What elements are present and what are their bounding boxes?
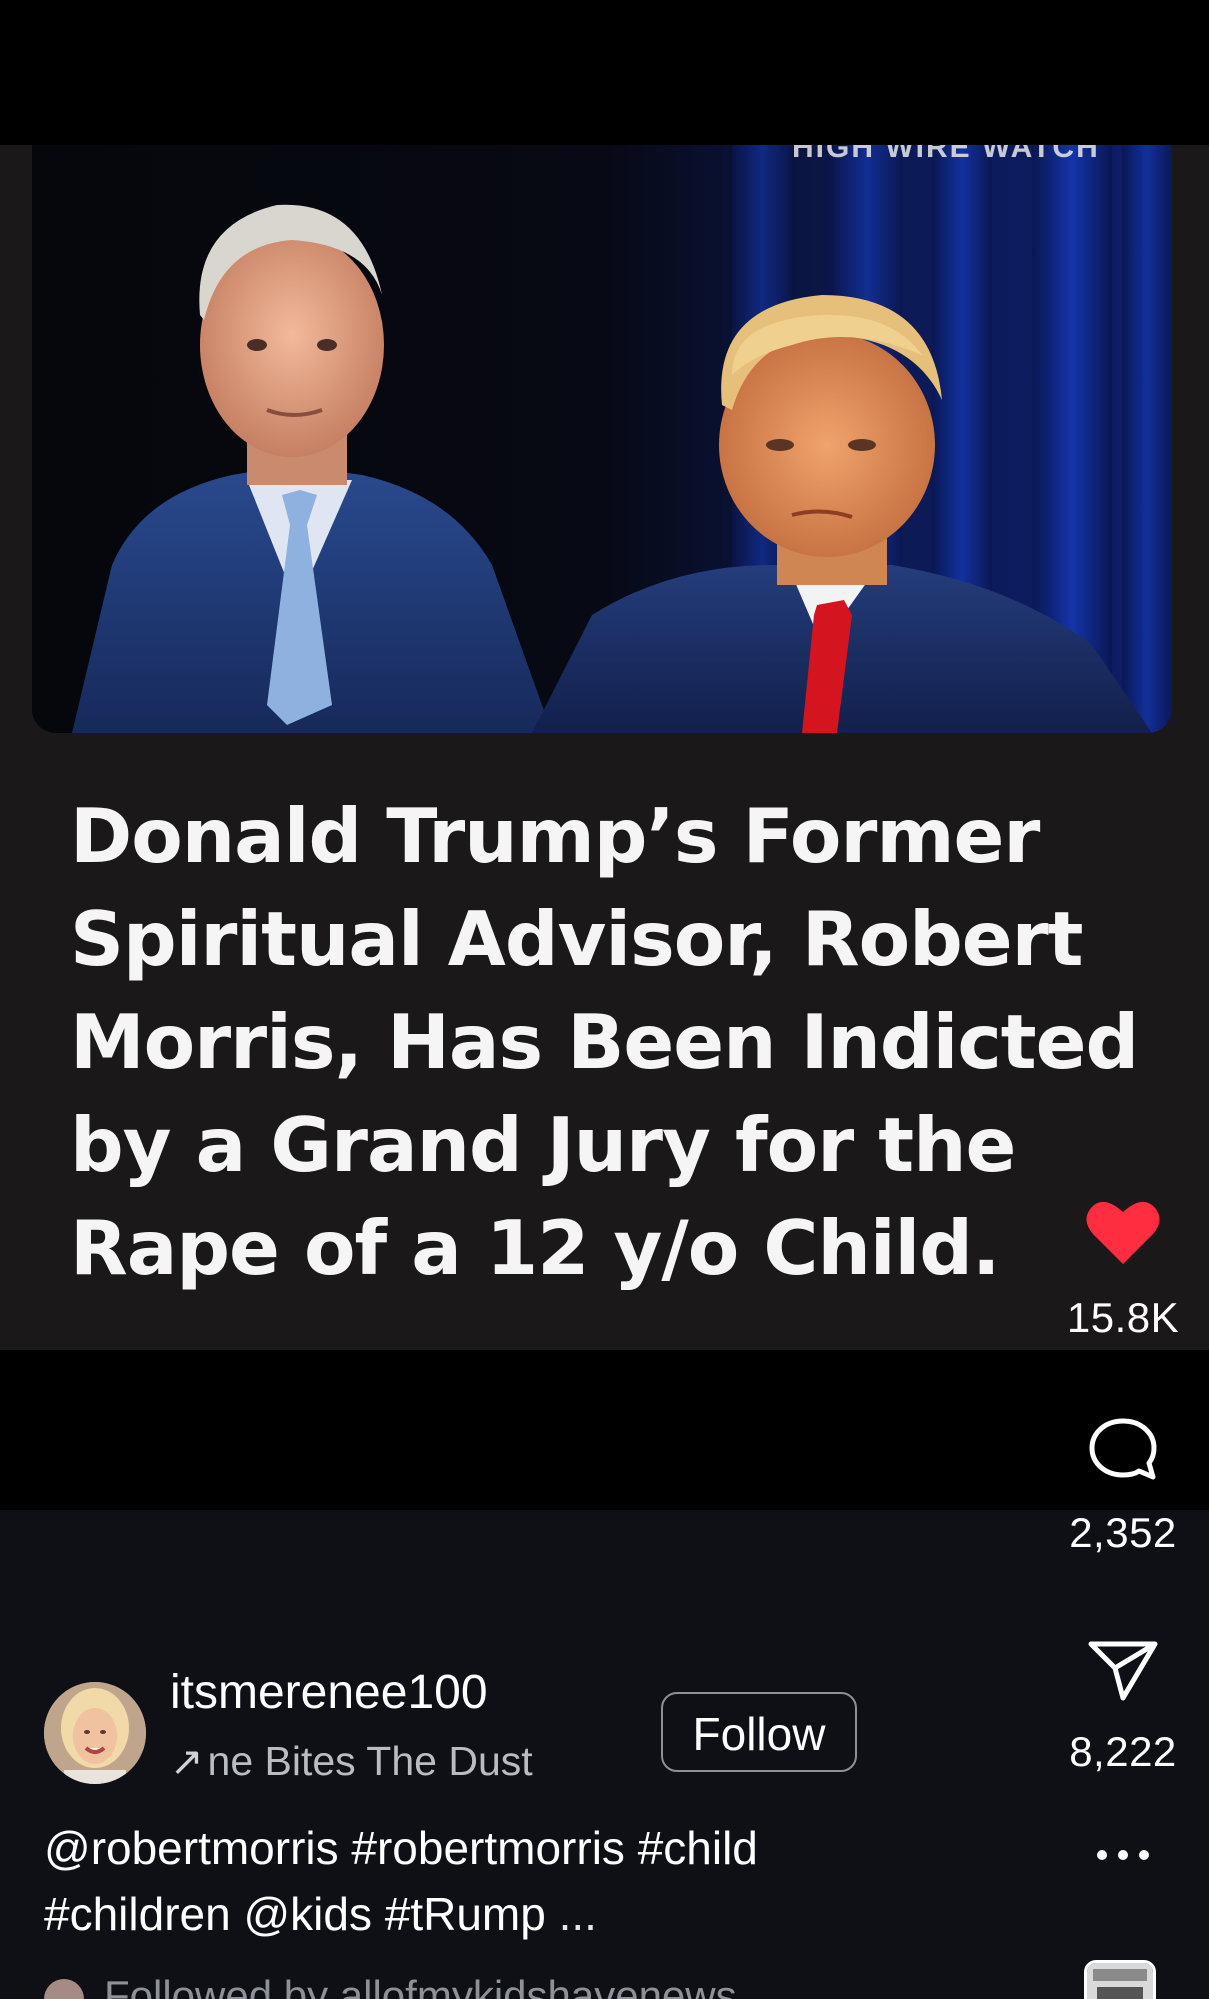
author-avatar[interactable]: [44, 1682, 146, 1784]
video-letterbox: [0, 1350, 1209, 1510]
more-options-icon[interactable]: [1094, 1848, 1152, 1878]
heart-filled-icon[interactable]: [1085, 1198, 1161, 1266]
caption-text: @robertmorris #robertmorris #child #chil…: [44, 1822, 758, 1940]
post-headline: Donald Trump’s Former Spiritual Advisor,…: [70, 792, 1139, 1292]
audio-thumbnail[interactable]: [1084, 1960, 1156, 1999]
photo-watermark: HIGH WIRE WATCH: [792, 145, 1100, 164]
reel-screen: HIGH WIRE WATCH Donald Trump’s Former Sp…: [0, 0, 1209, 1999]
audio-track[interactable]: ↗ne Bites The Dust: [170, 1738, 533, 1785]
comment-action[interactable]: 2,352: [1048, 1417, 1198, 1557]
video-frame[interactable]: HIGH WIRE WATCH Donald Trump’s Former Sp…: [0, 145, 1209, 1350]
like-action[interactable]: 15.8K: [1048, 1198, 1198, 1342]
follower-avatar: [44, 1978, 84, 1999]
followed-by-text: Followed by allofmykidshavenews: [104, 1972, 737, 1999]
audio-title: ne Bites The Dust: [207, 1738, 533, 1784]
share-count: 8,222: [1069, 1728, 1177, 1775]
followed-by[interactable]: Followed by allofmykidshavenews: [44, 1972, 737, 1999]
send-icon[interactable]: [1087, 1638, 1159, 1702]
arrow-up-right-icon: ↗: [170, 1740, 204, 1784]
author-username[interactable]: itsmerenee100: [170, 1665, 488, 1720]
share-action[interactable]: 8,222: [1048, 1638, 1198, 1776]
caption-more[interactable]: ...: [559, 1888, 597, 1940]
follow-button[interactable]: Follow: [661, 1692, 857, 1772]
comment-icon[interactable]: [1087, 1417, 1159, 1483]
post-photo: HIGH WIRE WATCH: [32, 145, 1172, 733]
comment-count: 2,352: [1069, 1509, 1177, 1556]
like-count: 15.8K: [1066, 1294, 1180, 1341]
post-caption[interactable]: @robertmorris #robertmorris #child #chil…: [44, 1815, 944, 1947]
